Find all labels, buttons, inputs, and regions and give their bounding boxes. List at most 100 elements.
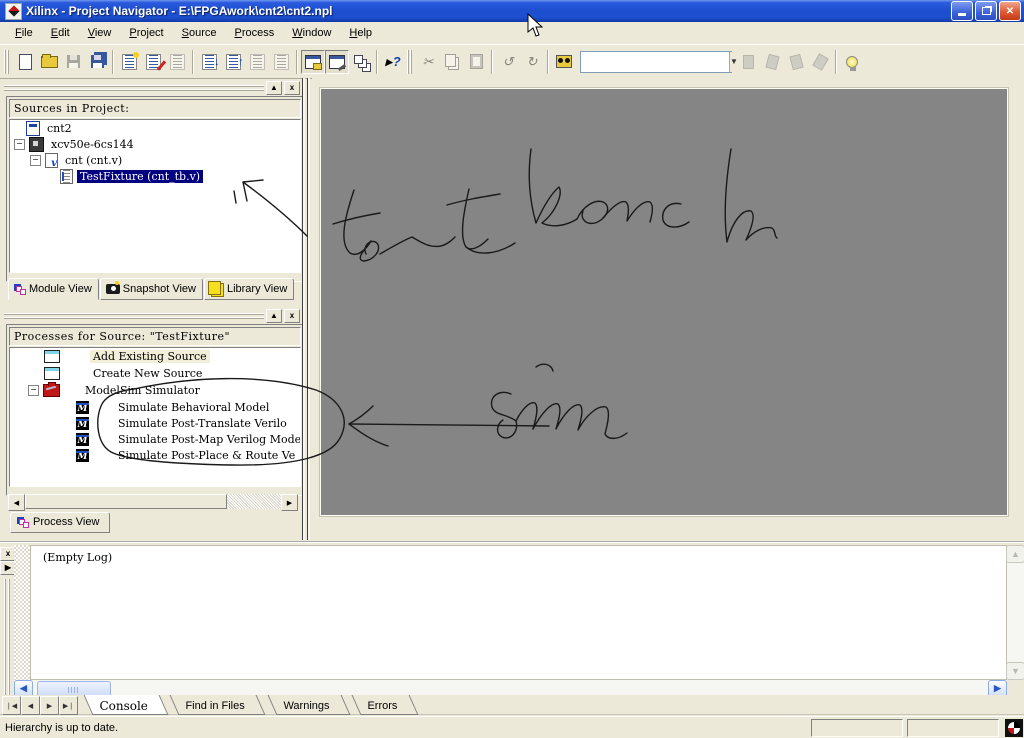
menu-process[interactable]: Process: [226, 24, 284, 42]
xilinx-logo-icon: [5, 2, 22, 20]
edit-source-button[interactable]: [141, 50, 165, 74]
find-button[interactable]: [552, 50, 576, 74]
find-combo[interactable]: ▼: [580, 50, 738, 73]
vertical-splitter[interactable]: [300, 78, 312, 540]
status-pane-2: [907, 719, 999, 737]
console-log[interactable]: (Empty Log): [30, 545, 1007, 680]
menu-file[interactable]: File: [6, 24, 42, 42]
find-input[interactable]: [581, 51, 729, 72]
processes-horizontal-scrollbar[interactable]: ◀ ▶: [8, 494, 298, 511]
new-source-button[interactable]: [117, 50, 141, 74]
verilog-file-icon: [45, 152, 58, 169]
sources-collapse-button[interactable]: ▲: [266, 81, 282, 95]
tab-scroll-right-button[interactable]: ▶: [40, 696, 59, 715]
toolbox-icon: [43, 382, 60, 397]
tab-errors[interactable]: Errors: [351, 695, 419, 715]
tab-process-view[interactable]: Process View: [10, 512, 111, 533]
console-tab-bar: ❘◀ ◀ ▶ ▶❘ Console Find in Files Warnings…: [0, 695, 1024, 715]
modelsim-icon: M: [76, 432, 89, 446]
processes-tree: Add Existing Source Create New Source − …: [9, 347, 301, 487]
application-window: Xilinx - Project Navigator - E:\FPGAwork…: [0, 0, 1024, 738]
processes-panel-header: Processes for Source: "TestFixture": [9, 327, 301, 346]
sources-close-button[interactable]: x: [284, 81, 300, 95]
scrollbar-thumb[interactable]: [25, 494, 227, 509]
tab-module-view[interactable]: Module View: [8, 278, 99, 300]
close-button[interactable]: ✕: [999, 1, 1021, 21]
redo-button: ↻: [526, 54, 538, 69]
menu-source[interactable]: Source: [173, 24, 226, 42]
toggle-source-window-button[interactable]: [301, 49, 325, 74]
tab-console[interactable]: Console: [83, 695, 169, 715]
status-pane-1: [811, 719, 903, 737]
source-window-icon: [44, 367, 60, 380]
process-create-new-source[interactable]: Create New Source: [10, 365, 300, 382]
open-project-button[interactable]: [37, 50, 61, 74]
sort-sources-button[interactable]: [197, 50, 221, 74]
tab-find-in-files[interactable]: Find in Files: [170, 695, 267, 715]
collapse-expander[interactable]: −: [30, 154, 41, 166]
tab-scroll-left-button[interactable]: ◀: [21, 696, 40, 715]
toolbar-grip[interactable]: [4, 49, 11, 74]
menu-window[interactable]: Window: [283, 24, 340, 42]
title-bar[interactable]: Xilinx - Project Navigator - E:\FPGAwork…: [0, 0, 1024, 22]
bookmark-clear-button: [808, 50, 832, 74]
context-help-button[interactable]: ▸: [381, 50, 405, 74]
sources-tree: cnt2 − xcv50e-6cs144 − cnt (cnt.v) TestF…: [9, 119, 301, 273]
selected-tree-label: TestFixture (cnt_tb.v): [77, 169, 204, 183]
tree-item-cnt[interactable]: − cnt (cnt.v): [10, 152, 300, 169]
processes-close-button[interactable]: x: [284, 309, 300, 323]
tree-item-device[interactable]: − xcv50e-6cs144: [10, 136, 300, 152]
menu-help[interactable]: Help: [340, 24, 381, 42]
processes-panel-titlebar[interactable]: ▲ x: [4, 309, 300, 323]
menu-project[interactable]: Project: [120, 24, 172, 42]
modelsim-icon: M: [76, 416, 89, 430]
scroll-down-icon: ▼: [1006, 662, 1024, 680]
tab-scroll-first-button[interactable]: ❘◀: [2, 696, 21, 715]
stop-process-button: [269, 50, 293, 74]
menu-edit[interactable]: Edit: [42, 24, 79, 42]
save-all-button[interactable]: [85, 50, 109, 74]
process-simulate-post-translate[interactable]: M Simulate Post-Translate Verilo: [10, 415, 300, 431]
tab-scroll-last-button[interactable]: ▶❘: [59, 696, 78, 715]
tree-item-testfixture[interactable]: TestFixture (cnt_tb.v): [10, 168, 300, 184]
sources-panel: Sources in Project: cnt2 − xcv50e-6cs144…: [6, 96, 304, 282]
sources-panel-titlebar[interactable]: ▲ x: [4, 81, 300, 95]
process-view-icon: [17, 516, 29, 528]
lightbulb-tips-button[interactable]: [840, 50, 864, 74]
cascade-windows-button[interactable]: [349, 50, 373, 74]
process-modelsim-simulator[interactable]: − ModelSim Simulator: [10, 382, 300, 399]
scroll-left-icon[interactable]: ◀: [8, 494, 25, 511]
minimize-button[interactable]: [951, 1, 973, 21]
console-titlebar[interactable]: x ▶: [0, 545, 16, 697]
tab-library-view[interactable]: Library View: [203, 278, 295, 300]
tree-item-cnt2[interactable]: cnt2: [10, 120, 300, 136]
snapshot-view-icon: [105, 280, 120, 294]
process-simulate-post-map[interactable]: M Simulate Post-Map Verilog Mode: [10, 431, 300, 447]
processes-collapse-button[interactable]: ▲: [266, 309, 282, 323]
sources-view-tabs: Module View Snapshot View Library View: [8, 278, 295, 300]
scroll-right-icon[interactable]: ▶: [281, 494, 298, 511]
collapse-expander[interactable]: −: [28, 385, 39, 396]
toolbar: ▸ ✂ ↺ ↻ ▼: [0, 44, 1024, 79]
process-simulate-behavioral[interactable]: M Simulate Behavioral Model: [10, 399, 300, 415]
copy-button: [440, 50, 464, 74]
undo-button: ↺: [502, 54, 514, 69]
source-window-icon: [44, 350, 60, 363]
menu-view[interactable]: View: [79, 24, 121, 42]
bookmark-prev-button: [784, 50, 808, 74]
tab-warnings[interactable]: Warnings: [267, 695, 351, 715]
refresh-sources-button[interactable]: [221, 50, 245, 74]
toggle-process-window-button[interactable]: [325, 49, 349, 74]
bookmark-toggle-button: [736, 50, 760, 74]
tab-snapshot-view[interactable]: Snapshot View: [99, 278, 203, 300]
restore-button[interactable]: [975, 1, 997, 21]
new-project-button[interactable]: [13, 50, 37, 74]
console-vertical-scrollbar: ▲ ▼: [1006, 545, 1024, 680]
process-simulate-post-par[interactable]: M Simulate Post-Place & Route Ve: [10, 447, 300, 463]
process-add-existing-source[interactable]: Add Existing Source: [10, 348, 300, 365]
console-margin: [14, 545, 30, 680]
toolbar-grip[interactable]: [407, 49, 414, 74]
window-title: Xilinx - Project Navigator - E:\FPGAwork…: [26, 4, 333, 18]
collapse-expander[interactable]: −: [14, 138, 25, 150]
save-button: [61, 50, 85, 74]
